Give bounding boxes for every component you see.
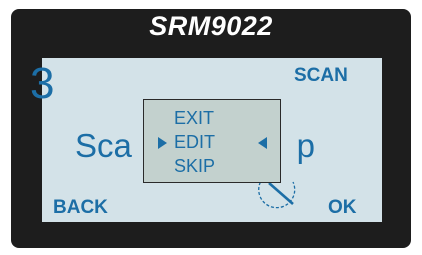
menu-item-skip[interactable]: SKIP	[174, 156, 215, 176]
step-title-left: Sca	[75, 127, 132, 164]
scan-softkey[interactable]: SCAN	[294, 66, 348, 86]
device-brand: SRM9022	[149, 11, 273, 41]
triangle-right-icon	[158, 137, 167, 149]
ok-softkey[interactable]: OK	[328, 198, 357, 218]
triangle-left-icon	[258, 137, 267, 149]
menu-item-edit[interactable]: EDIT	[174, 132, 215, 152]
menu-item-exit[interactable]: EXIT	[174, 108, 214, 128]
step-title-right: p	[296, 127, 315, 164]
back-softkey[interactable]: BACK	[53, 198, 108, 218]
step-number: 3	[30, 59, 55, 108]
options-menu: EXIT EDIT SKIP	[143, 99, 281, 183]
